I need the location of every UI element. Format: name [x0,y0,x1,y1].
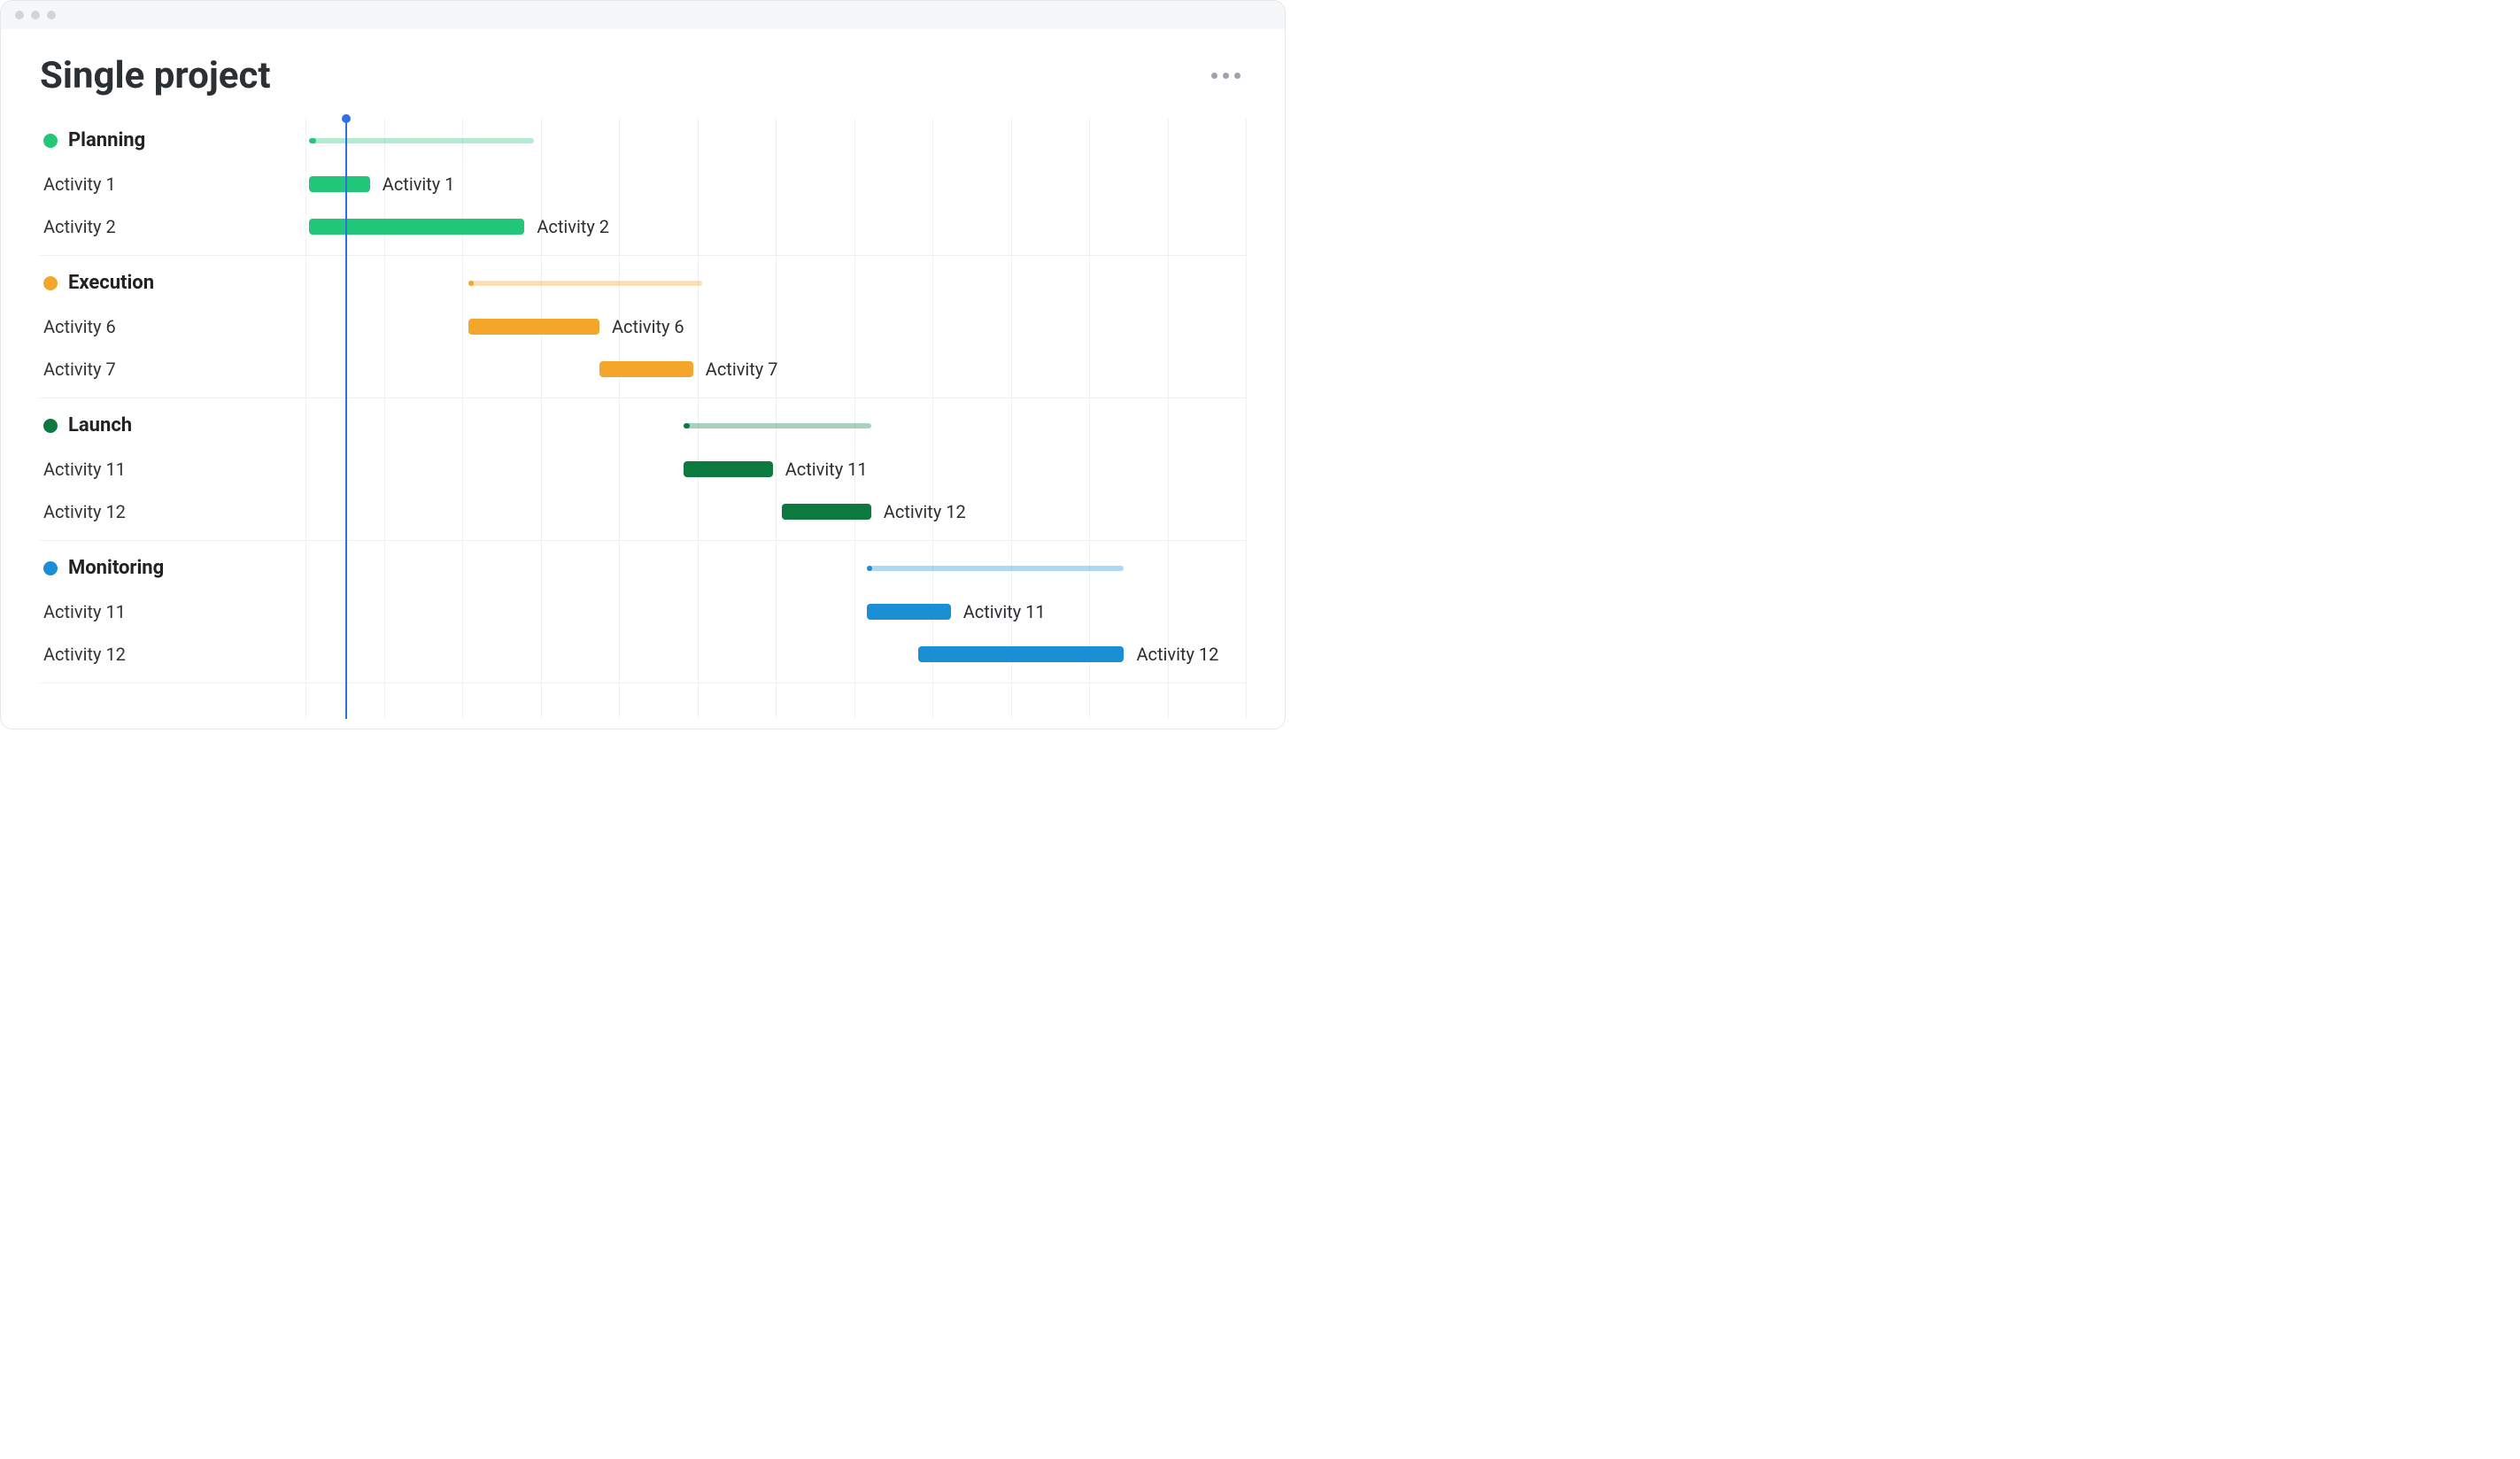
group-row[interactable]: Launch [40,404,1246,448]
task-row[interactable]: Activity 6 Activity 6 [40,305,1246,348]
task-bar-area: Activity 12 [309,633,1246,675]
group-label: Launch [43,414,309,436]
group-bar-area [309,404,1246,447]
task-row[interactable]: Activity 12 Activity 12 [40,633,1246,675]
task-bar-label: Activity 6 [612,316,684,337]
more-dot-icon [1211,73,1217,79]
task-bar-label: Activity 12 [884,501,966,522]
group-bar-area [309,261,1246,305]
task-bar-label: Activity 7 [706,359,778,380]
group-row[interactable]: Execution [40,261,1246,305]
app-window: Single project PlanningActivity 1Activit… [0,0,1286,730]
today-indicator-dot-icon [342,114,351,123]
task-name: Activity 1 [43,174,116,195]
task-name: Activity 12 [43,501,126,522]
task-name: Activity 11 [43,601,126,622]
task-name: Activity 6 [43,316,116,337]
task-label: Activity 12 [43,501,309,522]
page-title: Single project [40,54,271,97]
content-area: Single project PlanningActivity 1Activit… [1,29,1285,729]
task-bar-area: Activity 7 [309,348,1246,390]
task-label: Activity 2 [43,216,309,237]
group-row[interactable]: Planning [40,119,1246,163]
group-summary-bar[interactable] [309,138,534,143]
task-row[interactable]: Activity 1 Activity 1 [40,163,1246,205]
today-indicator [345,119,347,719]
task-bar[interactable] [309,176,370,192]
task-row[interactable]: Activity 11 Activity 11 [40,591,1246,633]
task-name: Activity 2 [43,216,116,237]
task-bar-label: Activity 11 [963,601,1046,622]
task-bar-label: Activity 12 [1136,644,1218,665]
more-dot-icon [1223,73,1229,79]
group-color-dot-icon [43,276,58,290]
task-label: Activity 11 [43,601,309,622]
group-summary-bar[interactable] [468,281,703,286]
window-dot-icon [31,11,40,19]
group-summary-bar[interactable] [684,423,871,428]
group-label: Execution [43,272,309,294]
group-summary-bar[interactable] [867,566,1125,571]
group-bar-area [309,546,1246,590]
task-label: Activity 12 [43,644,309,665]
window-dot-icon [15,11,24,19]
task-bar-label: Activity 11 [785,459,868,480]
group-block: ExecutionActivity 6Activity 6Activity 7A… [40,256,1246,398]
group-color-dot-icon [43,134,58,148]
task-label: Activity 1 [43,174,309,195]
task-name: Activity 11 [43,459,126,480]
group-name: Execution [68,272,154,294]
task-bar-area: Activity 1 [309,163,1246,205]
group-bar-area [309,119,1246,162]
group-name: Planning [68,129,145,151]
more-menu-button[interactable] [1206,67,1246,84]
gantt-rows: PlanningActivity 1Activity 1Activity 2Ac… [40,119,1246,683]
more-dot-icon [1234,73,1241,79]
task-bar[interactable] [599,361,693,377]
gridline [1246,119,1247,719]
task-bar[interactable] [309,219,524,235]
group-label: Planning [43,129,309,151]
window-dot-icon [47,11,56,19]
group-row[interactable]: Monitoring [40,546,1246,591]
task-bar-area: Activity 12 [309,490,1246,532]
task-label: Activity 7 [43,359,309,380]
task-bar[interactable] [684,461,773,477]
task-row[interactable]: Activity 7 Activity 7 [40,348,1246,390]
task-bar-area: Activity 11 [309,448,1246,490]
task-name: Activity 12 [43,644,126,665]
group-label: Monitoring [43,557,309,579]
group-block: MonitoringActivity 11Activity 11Activity… [40,541,1246,683]
task-bar-label: Activity 1 [383,174,455,195]
task-bar[interactable] [782,504,871,520]
group-color-dot-icon [43,561,58,575]
task-bar[interactable] [918,646,1125,662]
group-block: LaunchActivity 11Activity 11Activity 12A… [40,398,1246,541]
task-label: Activity 11 [43,459,309,480]
task-row[interactable]: Activity 11 Activity 11 [40,448,1246,490]
task-bar-label: Activity 2 [537,216,609,237]
task-bar-area: Activity 11 [309,591,1246,632]
task-bar[interactable] [867,604,951,620]
window-titlebar [1,1,1285,29]
group-block: PlanningActivity 1Activity 1Activity 2Ac… [40,119,1246,256]
header: Single project [40,54,1246,97]
task-bar[interactable] [468,319,599,335]
task-row[interactable]: Activity 12 Activity 12 [40,490,1246,533]
gantt-chart: PlanningActivity 1Activity 1Activity 2Ac… [40,119,1246,719]
group-name: Launch [68,414,132,436]
task-bar-area: Activity 2 [309,205,1246,247]
task-label: Activity 6 [43,316,309,337]
task-bar-area: Activity 6 [309,305,1246,347]
group-color-dot-icon [43,419,58,433]
group-name: Monitoring [68,557,164,579]
task-row[interactable]: Activity 2 Activity 2 [40,205,1246,248]
task-name: Activity 7 [43,359,116,380]
